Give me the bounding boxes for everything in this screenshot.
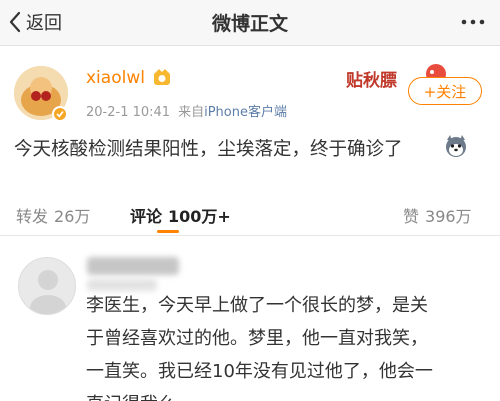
tab-comment-label: 评论 [130, 207, 163, 226]
active-tab-indicator [157, 230, 179, 233]
post-meta: 20-2-1 10:41 来自iPhone客户端 [86, 101, 287, 120]
commenter-name-blurred[interactable] [87, 257, 179, 275]
tab-like[interactable]: 赞 396万 [403, 203, 472, 227]
comment-line: 李医生，今天早上做了一个很长的梦，是关 [86, 295, 428, 316]
sticker-text: 贴秋膘 [346, 70, 397, 91]
comment-line: 直记得我么 [86, 388, 490, 401]
tab-repost-label: 转发 [16, 207, 49, 226]
husky-emoji-icon [446, 135, 466, 157]
follow-button[interactable]: +关注 [408, 77, 482, 105]
commenter-avatar[interactable] [18, 257, 76, 315]
post-header: xiaolwl 20-2-1 10:41 来自iPhone客户端 贴秋膘 +关注 [0, 60, 500, 126]
page-title: 微博正文 [211, 13, 288, 35]
tab-comment[interactable]: 评论 100万+ [130, 203, 231, 227]
tab-repost[interactable]: 转发 26万 [16, 203, 90, 227]
username[interactable]: xiaolwl [86, 68, 145, 88]
source-prefix: 来自 [178, 105, 205, 120]
interaction-tabs: 转发 26万 评论 100万+ 赞 396万 [0, 190, 500, 236]
tab-like-label: 赞 [403, 207, 420, 226]
verified-badge-icon [52, 106, 68, 122]
tab-repost-count: 26万 [54, 207, 91, 226]
post-content: 今天核酸检测结果阳性，尘埃落定，终于确诊了 [14, 139, 403, 160]
comment-line: 于曾经喜欢过的他。梦里，他一直对我笑， [86, 328, 428, 349]
post-datetime: 20-2-1 10:41 [86, 105, 171, 120]
top-navigation-bar: 返回 微博正文 [0, 0, 500, 46]
comment-text: 李医生，今天早上做了一个很长的梦，是关 于曾经喜欢过的他。梦里，他一直对我笑， … [86, 289, 490, 401]
more-dots-icon[interactable] [460, 11, 486, 33]
comment-item: 李医生，今天早上做了一个很长的梦，是关 于曾经喜欢过的他。梦里，他一直对我笑， … [0, 245, 500, 401]
source-link[interactable]: iPhone客户端 [204, 105, 287, 120]
tab-like-count: 396万 [425, 207, 472, 226]
comment-line: 一直笑。我已经10年没有见过他了，他会一 [86, 361, 433, 382]
vip-member-icon [154, 69, 170, 85]
tab-comment-count: 100万+ [168, 207, 231, 226]
